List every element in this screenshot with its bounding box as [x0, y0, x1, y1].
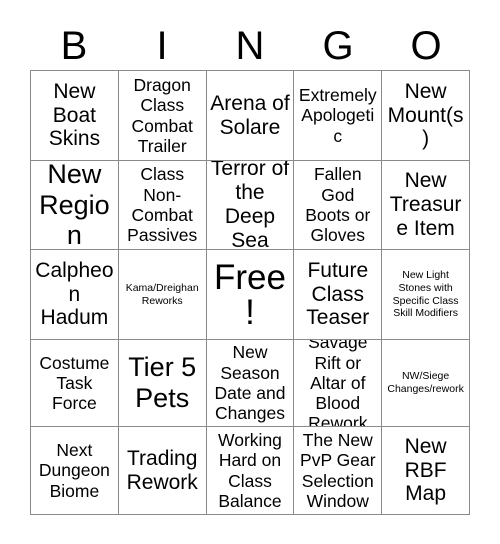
bingo-cell-r2c2[interactable]: Class Non-Combat Passives — [118, 161, 207, 250]
bingo-cell-r4c2[interactable]: Tier 5 Pets — [118, 340, 207, 427]
bingo-cell-r5c3[interactable]: Working Hard on Class Balance — [206, 427, 295, 515]
bingo-cell-label: New Season Date and Changes — [214, 342, 286, 424]
bingo-cell-r1c2[interactable]: Dragon Class Combat Trailer — [118, 71, 207, 161]
bingo-cell-label: Costume Task Force — [39, 352, 110, 414]
bingo-grid: New Boat Skins Dragon Class Combat Trail… — [30, 70, 470, 515]
bingo-cell-r4c3[interactable]: New Season Date and Changes — [206, 340, 295, 427]
bingo-cell-r4c1[interactable]: Costume Task Force — [31, 340, 119, 427]
bingo-cell-label: NW/Siege Changes/rework — [387, 370, 464, 395]
bingo-cell-label: Savage Rift or Altar of Blood Rework — [308, 340, 368, 427]
bingo-cell-r2c3[interactable]: Terror of the Deep Sea — [206, 161, 295, 250]
bingo-cell-r3c1[interactable]: Calpheon Hadum — [31, 250, 119, 340]
bingo-cell-r5c5[interactable]: New RBF Map — [382, 427, 470, 515]
bingo-cell-r2c4[interactable]: Fallen God Boots or Gloves — [294, 161, 383, 250]
bingo-cell-r1c4[interactable]: Extremely Apologetic — [294, 71, 383, 161]
bingo-cell-label: New RBF Map — [404, 434, 447, 506]
bingo-header-row: B I N G O — [30, 22, 470, 70]
bingo-cell-label: Arena of Solare — [210, 91, 290, 139]
bingo-header-letter-n: N — [235, 24, 265, 68]
bingo-free-label: Free! — [214, 257, 286, 332]
bingo-cell-label: New Treasure Item — [389, 169, 462, 240]
bingo-cell-r3c4[interactable]: Future Class Teaser — [294, 250, 383, 340]
bingo-cell-r5c4[interactable]: The New PvP Gear Selection Window — [294, 427, 383, 515]
bingo-cell-r4c4[interactable]: Savage Rift or Altar of Blood Rework — [294, 340, 383, 427]
bingo-cell-free-space[interactable]: Free! — [206, 250, 295, 340]
bingo-header-letter-i: I — [156, 24, 168, 68]
bingo-cell-label: New Boat Skins — [48, 79, 101, 151]
bingo-cell-label: Class Non-Combat Passives — [127, 164, 198, 246]
bingo-cell-label: Fallen God Boots or Gloves — [305, 164, 371, 246]
bingo-header-letter-g: G — [322, 24, 354, 68]
bingo-cell-label: Calpheon Hadum — [35, 258, 114, 330]
bingo-header-letter-o: O — [410, 24, 442, 68]
bingo-cell-label: Trading Rework — [126, 446, 198, 494]
bingo-cell-r4c5[interactable]: NW/Siege Changes/rework — [382, 340, 470, 427]
bingo-cell-r1c3[interactable]: Arena of Solare — [206, 71, 295, 161]
bingo-cell-label: Terror of the Deep Sea — [210, 161, 290, 250]
bingo-cell-label: Future Class Teaser — [306, 258, 370, 330]
bingo-cell-label: Extremely Apologetic — [298, 85, 377, 146]
bingo-cell-label: Working Hard on Class Balance — [218, 429, 282, 511]
bingo-cell-r5c1[interactable]: Next Dungeon Biome — [31, 427, 119, 515]
bingo-cell-r2c1[interactable]: New Region — [31, 161, 119, 250]
bingo-cell-label: Dragon Class Combat Trailer — [131, 74, 193, 156]
bingo-card: B I N G O New Boat Skins Dragon Class Co… — [0, 0, 500, 544]
bingo-cell-label: New Light Stones with Specific Class Ski… — [392, 268, 459, 320]
bingo-cell-r2c5[interactable]: New Treasure Item — [382, 161, 470, 250]
bingo-cell-label: New Region — [39, 161, 110, 250]
bingo-cell-r1c5[interactable]: New Mount(s) — [382, 71, 470, 161]
bingo-header-letter-b: B — [60, 24, 88, 68]
bingo-cell-label: Tier 5 Pets — [128, 352, 197, 413]
bingo-cell-r1c1[interactable]: New Boat Skins — [31, 71, 119, 161]
bingo-cell-label: Next Dungeon Biome — [38, 440, 110, 501]
bingo-cell-label: Kama/Dreighan Reworks — [125, 281, 199, 307]
bingo-cell-r5c2[interactable]: Trading Rework — [118, 427, 207, 515]
bingo-cell-r3c5[interactable]: New Light Stones with Specific Class Ski… — [382, 250, 470, 340]
bingo-cell-label: New Mount(s) — [387, 79, 464, 151]
bingo-cell-label: The New PvP Gear Selection Window — [300, 429, 376, 511]
bingo-cell-r3c2[interactable]: Kama/Dreighan Reworks — [118, 250, 207, 340]
